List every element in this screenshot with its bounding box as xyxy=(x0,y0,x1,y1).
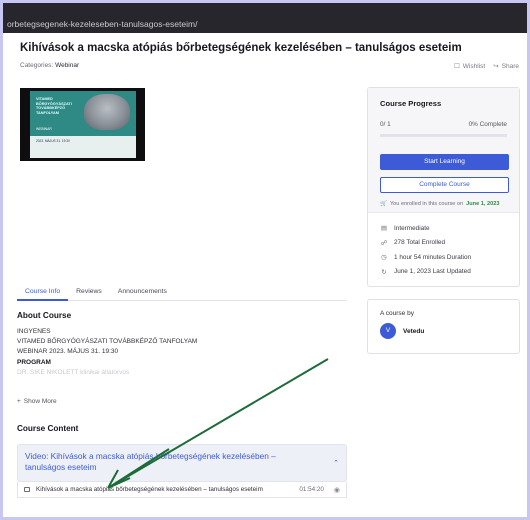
progress-heading: Course Progress xyxy=(380,99,442,108)
course-meta: ▤ Intermediate ☍ 278 Total Enrolled ◷ 1 … xyxy=(368,213,519,287)
show-more-label: Show More xyxy=(23,398,57,405)
tab-announcements[interactable]: Announcements xyxy=(110,286,175,301)
author-card: A course by V Vetedu xyxy=(367,299,520,354)
thumbnail-poster: VITAMED BŐRGYÓGYÁSZATI TOVÁBBKÉPZŐ TANFO… xyxy=(30,91,136,158)
url-text: orbetegsegenek-kezeleseben-tanulsagos-es… xyxy=(7,19,198,29)
lesson-item[interactable]: Kihívások a macska atópiás bőrbetegségén… xyxy=(17,482,347,498)
level-icon: ▤ xyxy=(380,225,388,233)
poster-line-4: TANFOLYAM xyxy=(36,110,59,115)
program-label: PROGRAM xyxy=(17,358,51,366)
clock-icon: ◷ xyxy=(381,254,387,262)
about-line: VITAMED BŐRGYÓGYÁSZATI TOVÁBBKÉPZŐ TANFO… xyxy=(17,338,198,346)
wishlist-button[interactable]: ☐ Wishlist xyxy=(453,62,486,71)
address-bar[interactable]: orbetegsegenek-kezeleseben-tanulsagos-es… xyxy=(3,3,527,33)
course-tabs: Course Info Reviews Announcements xyxy=(17,286,347,301)
enrolled-text: You enrolled in this course on xyxy=(389,201,464,207)
avatar[interactable]: V xyxy=(380,323,396,339)
about-faded-line: DR. SIKE NIKOLETT klinikai állatorvos xyxy=(17,368,130,376)
author-label: A course by xyxy=(380,310,414,317)
course-thumbnail[interactable]: VITAMED BŐRGYÓGYÁSZATI TOVÁBBKÉPZŐ TANFO… xyxy=(20,88,145,161)
updated-text: June 1, 2023 Last Updated xyxy=(394,268,471,276)
topic-accordion[interactable]: Video: Kihívások a macska atópiás bőrbet… xyxy=(17,444,347,482)
meta-duration: ◷ 1 hour 54 minutes Duration xyxy=(380,250,507,265)
chevron-up-icon[interactable]: ⌃ xyxy=(333,459,339,467)
lesson-duration: 01:54:20 xyxy=(299,486,324,493)
poster-webinar: WEBINAR xyxy=(36,127,52,131)
about-heading: About Course xyxy=(17,311,72,320)
categories-label: Categories: xyxy=(20,62,54,69)
meta-level: ▤ Intermediate xyxy=(380,221,507,236)
video-icon xyxy=(24,487,30,492)
progress-section: Course Progress 0/ 1 0% Complete Start L… xyxy=(368,88,519,213)
refresh-icon: ↻ xyxy=(381,268,387,276)
meta-updated: ↻ June 1, 2023 Last Updated xyxy=(380,265,507,280)
about-line: WEBINAR 2023. MÁJUS 31. 19:30 xyxy=(17,348,119,356)
enrolled-date: June 1, 2023 xyxy=(466,201,500,207)
author-name[interactable]: Vetedu xyxy=(403,328,424,335)
complete-course-button[interactable]: Complete Course xyxy=(380,177,509,193)
cart-icon: 🛒 xyxy=(380,201,387,207)
course-title: Kihívások a macska atópiás bőrbetegségén… xyxy=(20,42,462,54)
categories: Categories: Webinar xyxy=(20,62,79,69)
progress-percent: 0% Complete xyxy=(468,121,507,128)
enrolled-note: 🛒 You enrolled in this course on June 1,… xyxy=(380,201,507,207)
duration-text: 1 hour 54 minutes Duration xyxy=(394,253,472,261)
lesson-title: Kihívások a macska atópiás bőrbetegségén… xyxy=(36,486,263,493)
level-text: Intermediate xyxy=(394,224,430,232)
progress-bar xyxy=(380,134,507,137)
course-content-heading: Course Content xyxy=(17,424,79,433)
start-learning-button[interactable]: Start Learning xyxy=(380,154,509,170)
progress-stats: 0/ 1 0% Complete xyxy=(380,121,507,128)
show-more-button[interactable]: + Show More xyxy=(17,398,57,405)
poster-date: 2023. MÁJUS 31. 19:30 xyxy=(36,139,70,143)
topic-title: Video: Kihívások a macska atópiás bőrbet… xyxy=(25,451,276,472)
share-button[interactable]: ↪ Share xyxy=(493,62,519,71)
progress-count: 0/ 1 xyxy=(380,121,391,128)
course-actions: ☐ Wishlist ↪ Share xyxy=(453,62,519,71)
bookmark-icon: ☐ xyxy=(453,63,460,70)
share-label: Share xyxy=(501,62,519,70)
meta-enrolled: ☍ 278 Total Enrolled xyxy=(380,236,507,251)
category-link[interactable]: Webinar xyxy=(55,62,79,69)
about-line: INGYENES xyxy=(17,328,51,335)
poster-heading: VITAMED BŐRGYÓGYÁSZATI TOVÁBBKÉPZŐ TANFO… xyxy=(36,97,72,115)
wishlist-label: Wishlist xyxy=(462,62,486,70)
enrolled-count: 278 Total Enrolled xyxy=(394,239,446,247)
tab-course-info[interactable]: Course Info xyxy=(17,286,69,301)
tab-reviews[interactable]: Reviews xyxy=(68,286,110,301)
about-text: INGYENES VITAMED BŐRGYÓGYÁSZATI TOVÁBBKÉ… xyxy=(17,327,347,378)
eye-icon[interactable]: ◉ xyxy=(334,486,340,494)
plus-icon: + xyxy=(17,398,21,405)
share-icon: ↪ xyxy=(493,63,499,70)
course-progress-card: Course Progress 0/ 1 0% Complete Start L… xyxy=(367,87,520,287)
cat-image xyxy=(84,94,130,130)
users-icon: ☍ xyxy=(380,239,388,247)
author-row[interactable]: V Vetedu xyxy=(380,323,507,339)
